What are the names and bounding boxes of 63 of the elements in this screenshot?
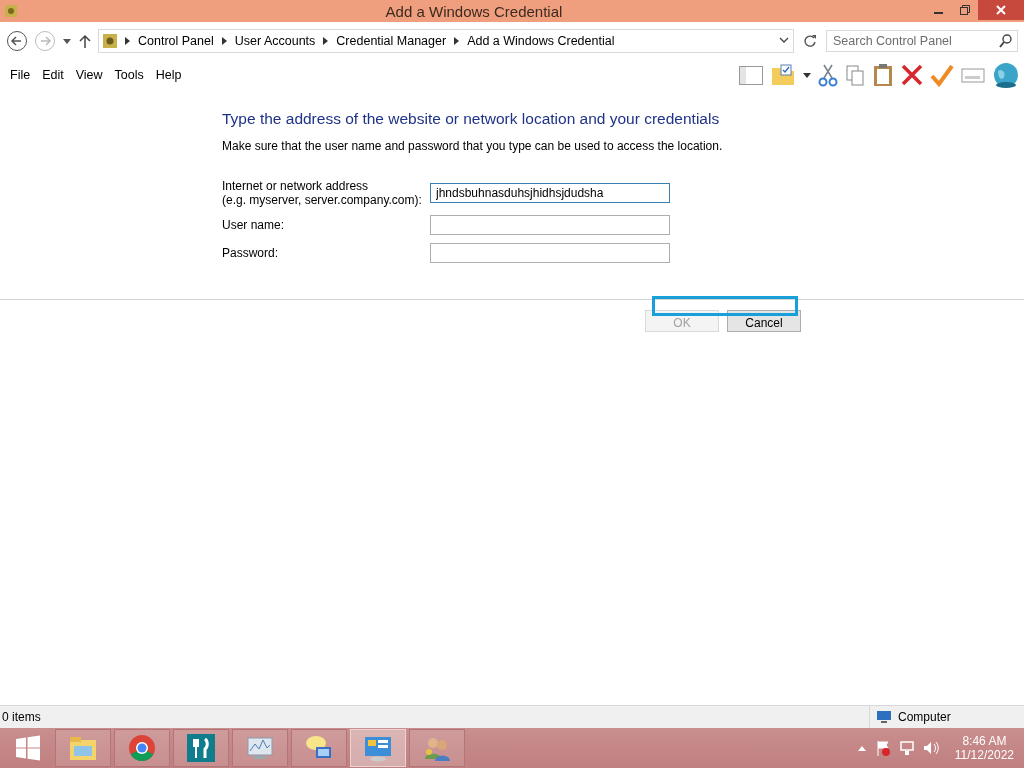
menu-item[interactable]: Help: [149, 68, 188, 82]
dropdown-icon[interactable]: [802, 71, 812, 79]
taskbar-button[interactable]: [409, 729, 465, 767]
window-title: Add a Windows Credential: [384, 2, 564, 20]
taskbar-button[interactable]: [232, 729, 288, 767]
menu-item[interactable]: Tools: [108, 68, 150, 82]
breadcrumb-item[interactable]: Control Panel: [138, 34, 214, 48]
breadcrumb-item[interactable]: Add a Windows Credential: [467, 34, 615, 48]
form-description: Make sure that the user name and password that you type can be used to access the location.: [222, 139, 724, 153]
taskbar-button[interactable]: [55, 729, 111, 767]
fork-knife-icon[interactable]: [187, 734, 215, 762]
folder-check-icon[interactable]: [770, 63, 796, 87]
app-icon: [5, 5, 17, 17]
browser-icon[interactable]: [128, 734, 156, 762]
chevron-right-icon: [221, 37, 227, 45]
copy-icon[interactable]: [844, 63, 866, 87]
input-field[interactable]: [430, 215, 670, 235]
forward-icon[interactable]: [34, 30, 56, 52]
windows-logo-icon[interactable]: [15, 735, 41, 761]
field-hint: (e.g. myserver, server.company.com):: [222, 193, 423, 207]
control-panel-icon: [103, 34, 117, 48]
breadcrumb-item[interactable]: Credential Manager: [336, 34, 447, 48]
chevron-down-icon[interactable]: [779, 37, 789, 45]
monitor-chart-icon[interactable]: [245, 734, 275, 762]
field-label: Password:: [222, 246, 280, 260]
menu-item[interactable]: View: [69, 68, 109, 82]
layout-pane-icon[interactable]: [738, 64, 764, 86]
breadcrumb-item[interactable]: User Accounts: [234, 34, 316, 48]
folder-icon[interactable]: [68, 734, 98, 762]
field-label: User name:: [222, 218, 286, 232]
flag-icon[interactable]: [874, 740, 891, 756]
search-field[interactable]: Search Control Panel: [826, 30, 1018, 52]
dropdown-icon[interactable]: [62, 37, 72, 45]
form-heading: Type the address of the website or network location and your credentials: [222, 110, 721, 128]
chevron-right-icon: [323, 37, 329, 45]
input-field[interactable]: [430, 243, 670, 263]
search-icon[interactable]: [999, 34, 1012, 48]
restore-icon[interactable]: [960, 5, 970, 15]
chevron-right-icon: [125, 37, 130, 45]
taskbar-button[interactable]: [173, 729, 229, 767]
location-label: Computer: [898, 710, 951, 724]
checkmark-icon[interactable]: [930, 63, 954, 87]
close-icon[interactable]: [996, 5, 1006, 15]
input-field[interactable]: jhndsbuhnasduhsjhidhsjdudsha: [430, 183, 670, 203]
chevron-right-icon: [454, 37, 460, 45]
taskbar-button[interactable]: [114, 729, 170, 767]
delete-icon[interactable]: [900, 63, 924, 87]
up-icon[interactable]: [78, 33, 92, 49]
computer-icon: [876, 710, 892, 724]
back-icon[interactable]: [6, 30, 28, 52]
menu-item[interactable]: File: [4, 68, 37, 82]
clipboard-icon[interactable]: [872, 63, 894, 87]
control-panel-icon[interactable]: [363, 734, 393, 762]
speaker-icon[interactable]: [922, 740, 939, 756]
field-label: Internet or network address: [222, 179, 370, 193]
item-count: 0 items: [1, 710, 41, 724]
network-icon[interactable]: [898, 740, 915, 756]
cancel-button[interactable]: Cancel: [727, 310, 801, 332]
menu-item[interactable]: Edit: [36, 68, 70, 82]
taskbar-button[interactable]: [291, 729, 347, 767]
scissors-icon[interactable]: [818, 63, 838, 87]
chevron-up-icon[interactable]: [856, 744, 867, 752]
globe-icon[interactable]: [992, 61, 1020, 89]
